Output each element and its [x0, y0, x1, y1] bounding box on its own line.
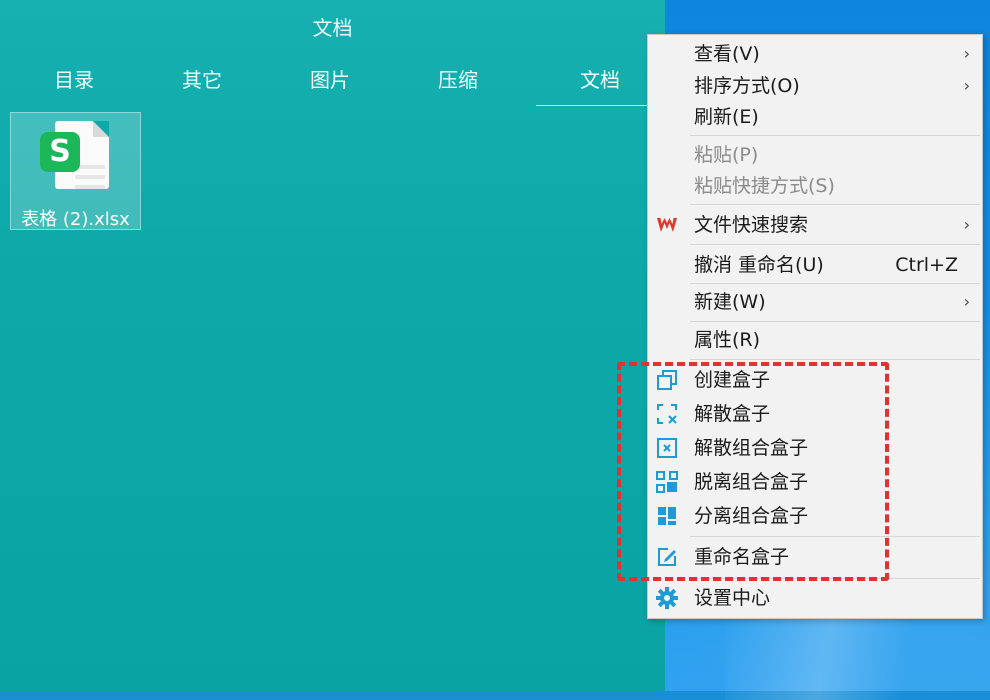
sheet-badge-icon: S	[40, 132, 80, 172]
menu-item-refresh[interactable]: 刷新(E)	[648, 101, 982, 133]
tab-archives[interactable]: 压缩	[394, 62, 522, 106]
gear-icon	[656, 587, 678, 609]
menu-separator	[690, 244, 980, 245]
menu-item-label: 粘贴(P)	[694, 144, 759, 166]
menu-item-label: 刷新(E)	[694, 106, 759, 128]
shortcut-text: Ctrl+Z	[895, 254, 958, 276]
menu-item-new[interactable]: 新建(W) ›	[648, 286, 982, 318]
box-tab-bar: 目录 其它 图片 压缩 文档	[10, 62, 664, 106]
red-dashed-highlight	[617, 362, 889, 581]
menu-item-sort[interactable]: 排序方式(O) ›	[648, 70, 982, 102]
menu-item-label: 粘贴快捷方式(S)	[694, 175, 835, 197]
menu-item-properties[interactable]: 属性(R)	[648, 324, 982, 356]
menu-item-view[interactable]: 查看(V) ›	[648, 38, 982, 70]
menu-item-label: 新建(W)	[694, 291, 766, 313]
menu-item-label: 排序方式(O)	[694, 75, 800, 97]
chevron-right-icon: ›	[963, 76, 970, 95]
menu-item-file-search[interactable]: 文件快速搜索 ›	[648, 209, 982, 241]
tab-other[interactable]: 其它	[138, 62, 266, 106]
tab-documents[interactable]: 文档	[536, 62, 664, 106]
menu-separator	[690, 135, 980, 136]
desktop-box-panel[interactable]: 文档 目录 其它 图片 压缩 文档 S 表格 (2).xlsx	[0, 0, 665, 691]
chevron-right-icon: ›	[963, 215, 970, 234]
tab-images[interactable]: 图片	[266, 62, 394, 106]
menu-item-paste[interactable]: 粘贴(P)	[648, 139, 982, 171]
menu-item-paste-shortcut[interactable]: 粘贴快捷方式(S)	[648, 170, 982, 202]
menu-item-undo-rename[interactable]: 撤消 重命名(U) Ctrl+Z	[648, 249, 982, 281]
menu-item-label: 查看(V)	[694, 43, 760, 65]
file-item-xlsx[interactable]: S 表格 (2).xlsx	[10, 112, 141, 230]
chevron-right-icon: ›	[963, 44, 970, 63]
menu-separator	[690, 321, 980, 322]
file-name: 表格 (2).xlsx	[21, 209, 130, 230]
menu-separator	[690, 359, 980, 360]
chevron-right-icon: ›	[963, 292, 970, 311]
menu-separator	[690, 204, 980, 205]
menu-separator	[690, 283, 980, 284]
wps-logo-icon	[657, 218, 677, 232]
box-title: 文档	[312, 16, 353, 40]
menu-item-settings[interactable]: 设置中心	[648, 582, 982, 614]
tab-catalog[interactable]: 目录	[10, 62, 138, 106]
menu-item-label: 属性(R)	[694, 329, 761, 351]
menu-item-label: 文件快速搜索	[694, 214, 809, 236]
menu-item-label: 设置中心	[694, 587, 771, 609]
menu-item-label: 撤消 重命名(U)	[694, 254, 824, 276]
